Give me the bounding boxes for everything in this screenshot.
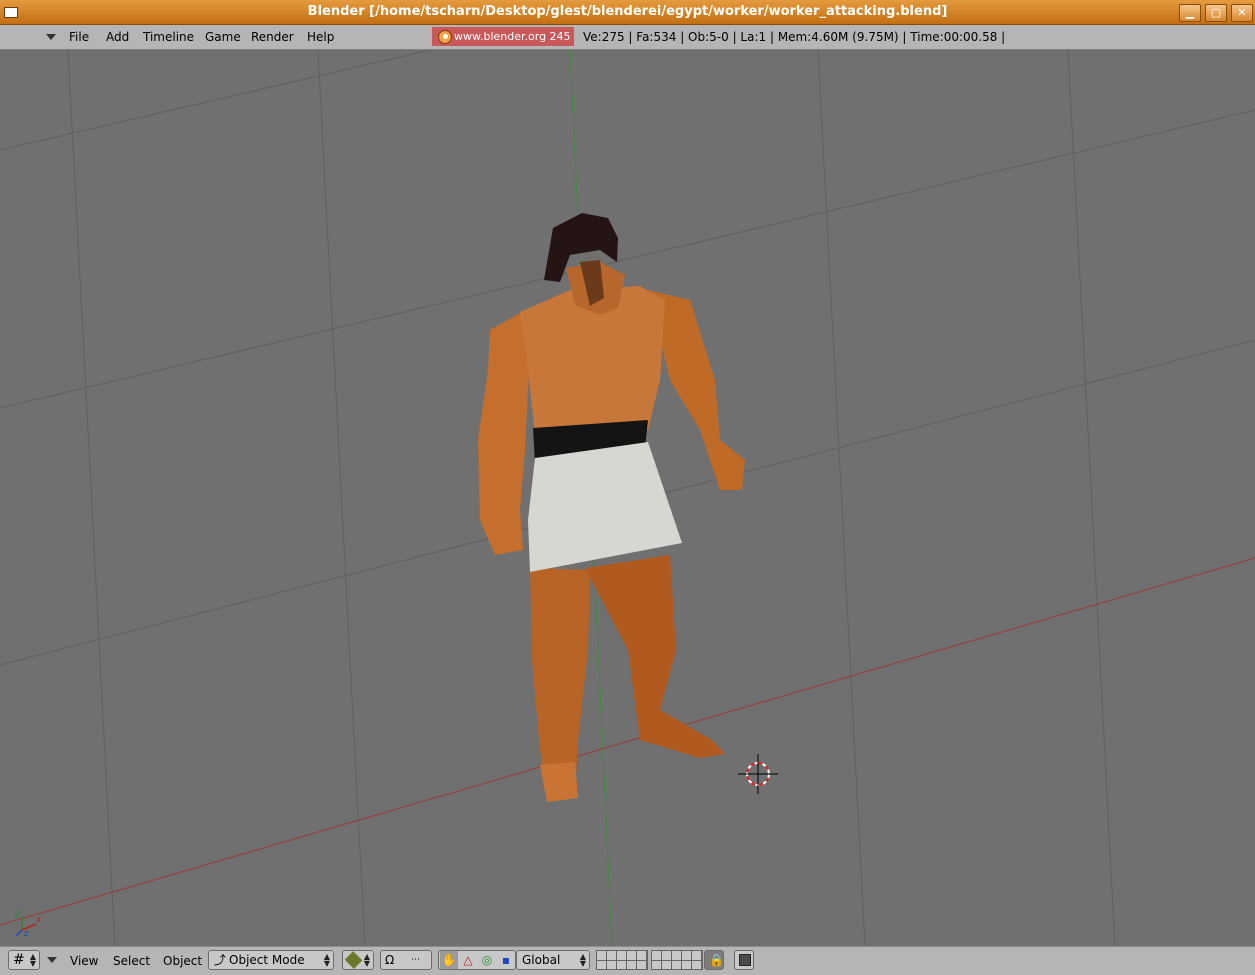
maximize-icon[interactable]: ▢ <box>1205 4 1227 22</box>
menu-render[interactable]: Render <box>251 30 294 44</box>
layer-buttons-2[interactable] <box>651 950 703 970</box>
rotate-icon[interactable]: ◎ <box>478 951 496 969</box>
viewport-canvas: y x z <box>0 50 1255 946</box>
menu-timeline[interactable]: Timeline <box>143 30 194 44</box>
pivot-select[interactable]: Ω ⋯ <box>380 950 432 970</box>
version-badge[interactable]: www.blender.org 245 <box>432 27 574 46</box>
editor-type-button[interactable]: # ▲ ▼ <box>8 950 40 970</box>
minimize-icon[interactable]: ▁ <box>1179 4 1201 22</box>
axis-label-y: y <box>14 909 20 919</box>
manipulator-group: ✋ △ ◎ ▪ <box>438 950 516 970</box>
textured-cube-icon <box>344 951 363 969</box>
scale-icon[interactable]: ▪ <box>497 951 515 969</box>
translate-icon[interactable]: △ <box>459 951 477 969</box>
menu-file[interactable]: File <box>69 30 89 44</box>
object-mode-icon: ⤴ <box>214 953 227 967</box>
mode-select-value: Object Mode <box>229 953 305 967</box>
orientation-select[interactable]: Global ▲ ▼ <box>516 950 590 970</box>
character-model[interactable] <box>478 213 745 802</box>
render-preview-icon[interactable] <box>734 950 754 970</box>
info-header: File Add Timeline Game Render Help www.b… <box>0 25 1255 50</box>
menu-select[interactable]: Select <box>113 954 150 968</box>
pivot-icon: Ω <box>385 953 395 967</box>
header-collapse-icon[interactable] <box>47 957 57 963</box>
grid-icon: # <box>13 952 25 968</box>
3d-viewport[interactable]: y x z <box>0 50 1255 946</box>
scene-stats: Ve:275 | Fa:534 | Ob:5-0 | La:1 | Mem:4.… <box>583 30 1006 44</box>
menu-help[interactable]: Help <box>307 30 334 44</box>
lock-icon[interactable]: 🔒 <box>704 950 724 970</box>
window-titlebar[interactable]: Blender [/home/tscharn/Desktop/glest/ble… <box>0 0 1255 25</box>
axis-label-x: x <box>36 915 42 925</box>
menu-add[interactable]: Add <box>106 30 129 44</box>
draw-type-select[interactable]: ▲ ▼ <box>342 950 374 970</box>
menu-object[interactable]: Object <box>163 954 202 968</box>
layer-buttons-1[interactable] <box>596 950 648 970</box>
mode-select[interactable]: ⤴ Object Mode ▲ ▼ <box>208 950 334 970</box>
blender-logo-icon <box>438 30 452 44</box>
header-collapse-icon[interactable] <box>46 34 56 40</box>
snap-icon: ⋯ <box>411 955 420 965</box>
close-icon[interactable]: ✕ <box>1231 4 1253 22</box>
orientation-select-value: Global <box>522 953 561 967</box>
window-title: Blender [/home/tscharn/Desktop/glest/ble… <box>307 4 948 19</box>
menu-game[interactable]: Game <box>205 30 241 44</box>
version-label: www.blender.org 245 <box>454 30 571 43</box>
hand-icon[interactable]: ✋ <box>440 951 458 969</box>
axis-label-z: z <box>24 929 29 939</box>
menu-view[interactable]: View <box>70 954 98 968</box>
3d-cursor[interactable] <box>738 754 778 794</box>
view3d-header: # ▲ ▼ View Select Object ⤴ Object Mode ▲ ▼… <box>0 946 1255 975</box>
